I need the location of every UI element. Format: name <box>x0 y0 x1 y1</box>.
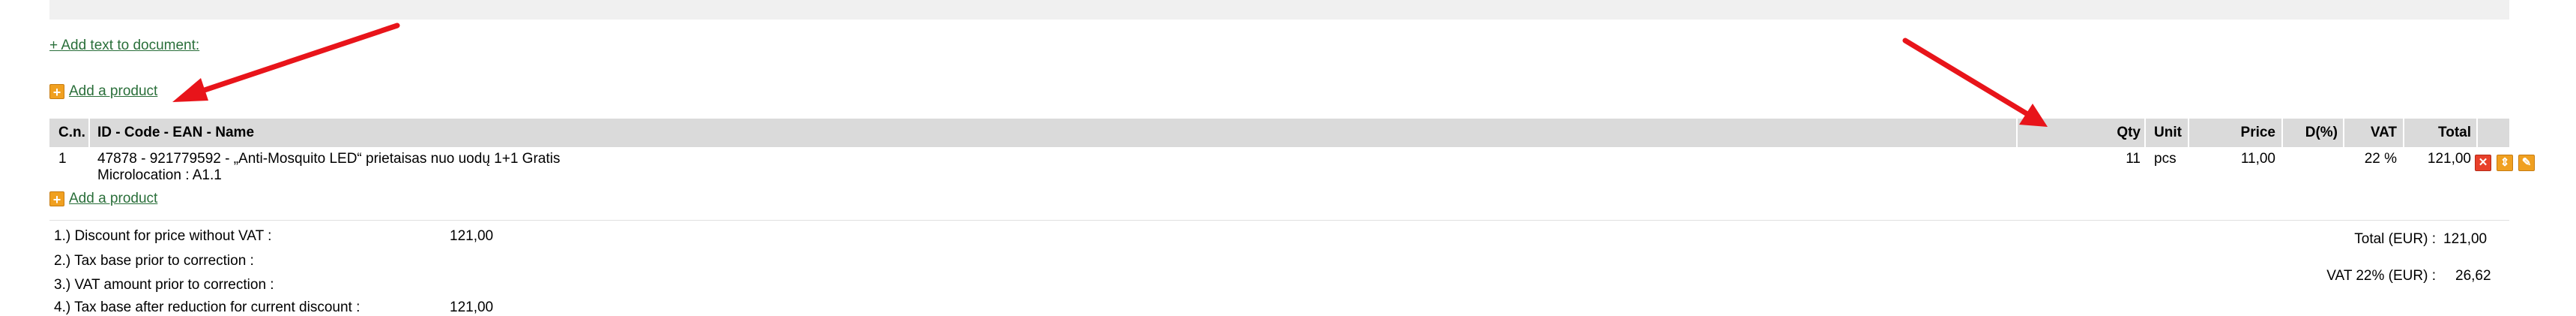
vat-eur-value: 26,62 <box>2455 268 2491 284</box>
top-bar <box>49 0 2509 20</box>
col-header-vat: VAT <box>2370 125 2397 140</box>
col-header-name: ID - Code - EAN - Name <box>97 125 255 140</box>
vat-eur-label: VAT 22% (EUR) : <box>2326 268 2436 284</box>
col-header-price: Price <box>2240 125 2275 140</box>
add-product-label: Add a product <box>69 191 158 206</box>
summary-line1-value: 121,00 <box>450 228 494 244</box>
row-unit: pcs <box>2154 151 2177 167</box>
row-cn: 1 <box>58 151 67 167</box>
add-product-link-bottom[interactable]: + Add a product <box>49 191 157 207</box>
items-table-header: C.n. ID - Code - EAN - Name Qty Unit Pri… <box>49 119 2509 147</box>
row-price: 11,00 <box>2240 151 2275 167</box>
summary-line4-label: 4.) Tax base after reduction for current… <box>54 299 361 315</box>
divider <box>49 220 2509 221</box>
add-product-link-top[interactable]: + Add a product <box>49 83 157 100</box>
move-up-down-icon[interactable]: ⇕ <box>2497 155 2513 171</box>
col-header-qty: Qty <box>2117 125 2141 140</box>
summary-line3-label: 3.) VAT amount prior to correction : <box>54 277 274 293</box>
row-microlocation: Microlocation : A1.1 <box>97 167 222 183</box>
col-header-total: Total <box>2438 125 2471 140</box>
row-qty: 11 <box>2126 151 2141 167</box>
col-header-unit: Unit <box>2154 125 2182 140</box>
col-header-discount: D(%) <box>2305 125 2338 140</box>
row-name: 47878 - 921779592 - „Anti-Mosquito LED“ … <box>97 151 561 167</box>
arrow-right <box>1902 38 2048 127</box>
total-eur-label: Total (EUR) : <box>2354 231 2436 247</box>
row-total: 121,00 <box>2427 151 2471 167</box>
plus-box-icon: + <box>49 84 64 100</box>
summary-line4-value: 121,00 <box>450 299 494 315</box>
arrow-left <box>172 23 400 102</box>
row-actions: ✕ ⇕ ✎ <box>2475 155 2535 171</box>
table-row: 1 47878 - 921779592 - „Anti-Mosquito LED… <box>49 151 2509 187</box>
delete-icon[interactable]: ✕ <box>2475 155 2491 171</box>
plus-box-icon: + <box>49 191 64 207</box>
col-header-cn: C.n. <box>58 125 85 140</box>
total-eur-value: 121,00 <box>2443 231 2488 247</box>
add-product-label: Add a product <box>69 83 158 99</box>
summary-line1-label: 1.) Discount for price without VAT : <box>54 228 272 244</box>
edit-icon[interactable]: ✎ <box>2518 155 2535 171</box>
row-vat: 22 % <box>2364 151 2397 167</box>
add-text-link[interactable]: + Add text to document: <box>49 38 199 54</box>
summary-line2-label: 2.) Tax base prior to correction : <box>54 253 254 269</box>
